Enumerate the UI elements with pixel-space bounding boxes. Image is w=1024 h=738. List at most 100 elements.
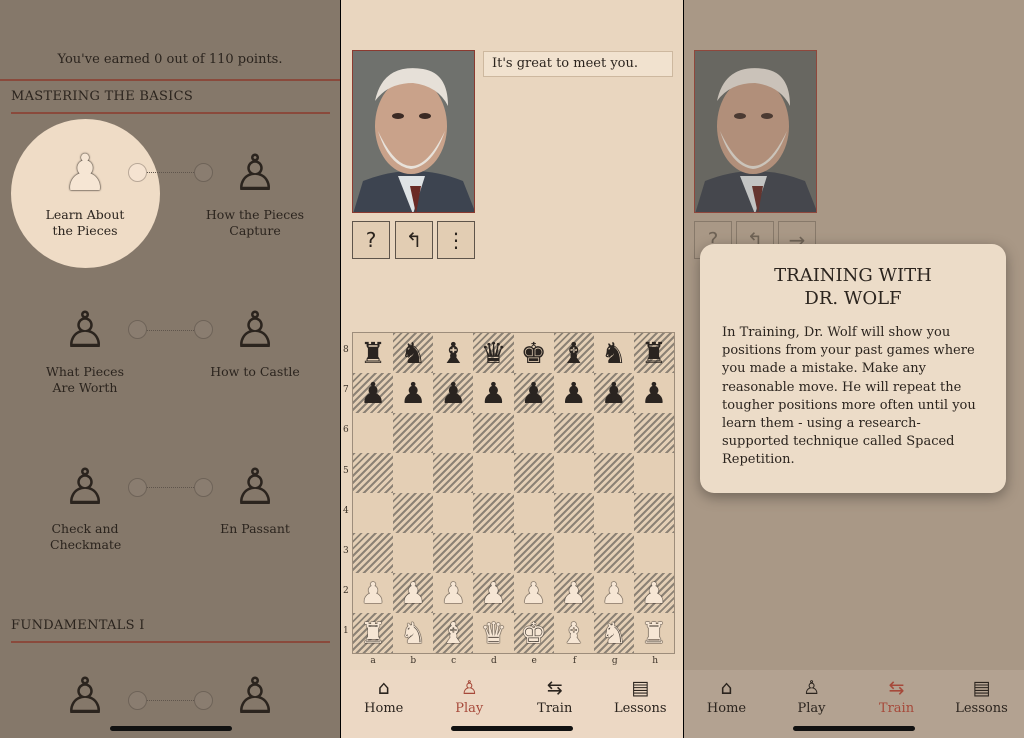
square-g4[interactable] [593, 493, 634, 533]
square-f1[interactable]: ♝ [553, 613, 594, 653]
black-pawn-piece[interactable]: ♟ [480, 378, 506, 408]
lesson-item[interactable]: ♙ [10, 668, 160, 724]
white-pawn-piece[interactable]: ♟ [440, 578, 466, 608]
black-pawn-piece[interactable]: ♟ [561, 378, 587, 408]
black-knight-piece[interactable]: ♞ [601, 338, 627, 368]
white-pawn-piece[interactable]: ♟ [480, 578, 506, 608]
square-c2[interactable]: ♟ [433, 573, 474, 613]
square-b1[interactable]: ♞ [393, 613, 434, 653]
lesson-en-passant[interactable]: ♙ En Passant [180, 459, 330, 537]
square-f8[interactable]: ♝ [553, 333, 594, 373]
square-g6[interactable] [593, 413, 634, 453]
square-g8[interactable]: ♞ [593, 333, 634, 373]
square-b2[interactable]: ♟ [393, 573, 434, 613]
black-pawn-piece[interactable]: ♟ [601, 378, 627, 408]
square-a8[interactable]: ♜ [353, 333, 394, 373]
lesson-check-and-checkmate[interactable]: ♙ Check and Checkmate [10, 459, 160, 553]
tab-lessons[interactable]: ▤ Lessons [939, 670, 1024, 738]
square-e5[interactable] [513, 453, 554, 493]
square-c4[interactable] [433, 493, 474, 533]
square-h5[interactable] [633, 453, 674, 493]
white-pawn-piece[interactable]: ♟ [360, 578, 386, 608]
lesson-how-pieces-capture[interactable]: ♙ How the Pieces Capture [180, 145, 330, 239]
square-c1[interactable]: ♝ [433, 613, 474, 653]
square-d3[interactable] [473, 533, 514, 573]
square-h6[interactable] [633, 413, 674, 453]
square-b6[interactable] [393, 413, 434, 453]
black-knight-piece[interactable]: ♞ [400, 338, 426, 368]
white-king-piece[interactable]: ♚ [521, 618, 547, 648]
square-d5[interactable] [473, 453, 514, 493]
square-h1[interactable]: ♜ [633, 613, 674, 653]
square-f2[interactable]: ♟ [553, 573, 594, 613]
square-b8[interactable]: ♞ [393, 333, 434, 373]
white-pawn-piece[interactable]: ♟ [561, 578, 587, 608]
square-g5[interactable] [593, 453, 634, 493]
square-a6[interactable] [353, 413, 394, 453]
hint-button[interactable]: ? [352, 221, 390, 259]
square-c8[interactable]: ♝ [433, 333, 474, 373]
square-d8[interactable]: ♛ [473, 333, 514, 373]
square-d1[interactable]: ♛ [473, 613, 514, 653]
square-e8[interactable]: ♚ [513, 333, 554, 373]
square-b4[interactable] [393, 493, 434, 533]
white-pawn-piece[interactable]: ♟ [601, 578, 627, 608]
black-rook-piece[interactable]: ♜ [360, 338, 386, 368]
square-g3[interactable] [593, 533, 634, 573]
black-bishop-piece[interactable]: ♝ [440, 338, 466, 368]
black-pawn-piece[interactable]: ♟ [400, 378, 426, 408]
black-queen-piece[interactable]: ♛ [480, 338, 506, 368]
training-info-dialog[interactable]: TRAINING WITH DR. WOLF In Training, Dr. W… [700, 244, 1006, 493]
white-bishop-piece[interactable]: ♝ [440, 618, 466, 648]
white-rook-piece[interactable]: ♜ [641, 618, 667, 648]
tab-home[interactable]: ⌂ Home [684, 670, 769, 738]
square-c6[interactable] [433, 413, 474, 453]
lesson-what-pieces-worth[interactable]: ♙ What Pieces Are Worth [10, 302, 160, 396]
square-h3[interactable] [633, 533, 674, 573]
square-h7[interactable]: ♟ [633, 373, 674, 413]
square-d4[interactable] [473, 493, 514, 533]
white-pawn-piece[interactable]: ♟ [400, 578, 426, 608]
square-a2[interactable]: ♟ [353, 573, 394, 613]
square-f5[interactable] [553, 453, 594, 493]
square-g7[interactable]: ♟ [593, 373, 634, 413]
square-a5[interactable] [353, 453, 394, 493]
lesson-how-to-castle[interactable]: ♙ How to Castle [180, 302, 330, 380]
white-queen-piece[interactable]: ♛ [480, 618, 506, 648]
square-f7[interactable]: ♟ [553, 373, 594, 413]
square-f4[interactable] [553, 493, 594, 533]
black-pawn-piece[interactable]: ♟ [641, 378, 667, 408]
white-knight-piece[interactable]: ♞ [601, 618, 627, 648]
tab-lessons[interactable]: ▤ Lessons [598, 670, 684, 738]
black-bishop-piece[interactable]: ♝ [561, 338, 587, 368]
square-e2[interactable]: ♟ [513, 573, 554, 613]
square-a1[interactable]: ♜ [353, 613, 394, 653]
white-pawn-piece[interactable]: ♟ [641, 578, 667, 608]
white-bishop-piece[interactable]: ♝ [561, 618, 587, 648]
square-b5[interactable] [393, 453, 434, 493]
white-rook-piece[interactable]: ♜ [360, 618, 386, 648]
tab-home[interactable]: ⌂ Home [341, 670, 427, 738]
square-g1[interactable]: ♞ [593, 613, 634, 653]
square-e1[interactable]: ♚ [513, 613, 554, 653]
square-b3[interactable] [393, 533, 434, 573]
square-d6[interactable] [473, 413, 514, 453]
black-pawn-piece[interactable]: ♟ [521, 378, 547, 408]
black-king-piece[interactable]: ♚ [521, 338, 547, 368]
square-c3[interactable] [433, 533, 474, 573]
square-h2[interactable]: ♟ [633, 573, 674, 613]
black-rook-piece[interactable]: ♜ [641, 338, 667, 368]
undo-button[interactable]: ↰ [395, 221, 433, 259]
square-d2[interactable]: ♟ [473, 573, 514, 613]
square-f6[interactable] [553, 413, 594, 453]
square-e3[interactable] [513, 533, 554, 573]
lesson-item[interactable]: ♙ [180, 668, 330, 724]
black-pawn-piece[interactable]: ♟ [440, 378, 466, 408]
square-f3[interactable] [553, 533, 594, 573]
square-c5[interactable] [433, 453, 474, 493]
square-g2[interactable]: ♟ [593, 573, 634, 613]
square-h4[interactable] [633, 493, 674, 533]
square-e6[interactable] [513, 413, 554, 453]
square-e4[interactable] [513, 493, 554, 533]
square-a7[interactable]: ♟ [353, 373, 394, 413]
